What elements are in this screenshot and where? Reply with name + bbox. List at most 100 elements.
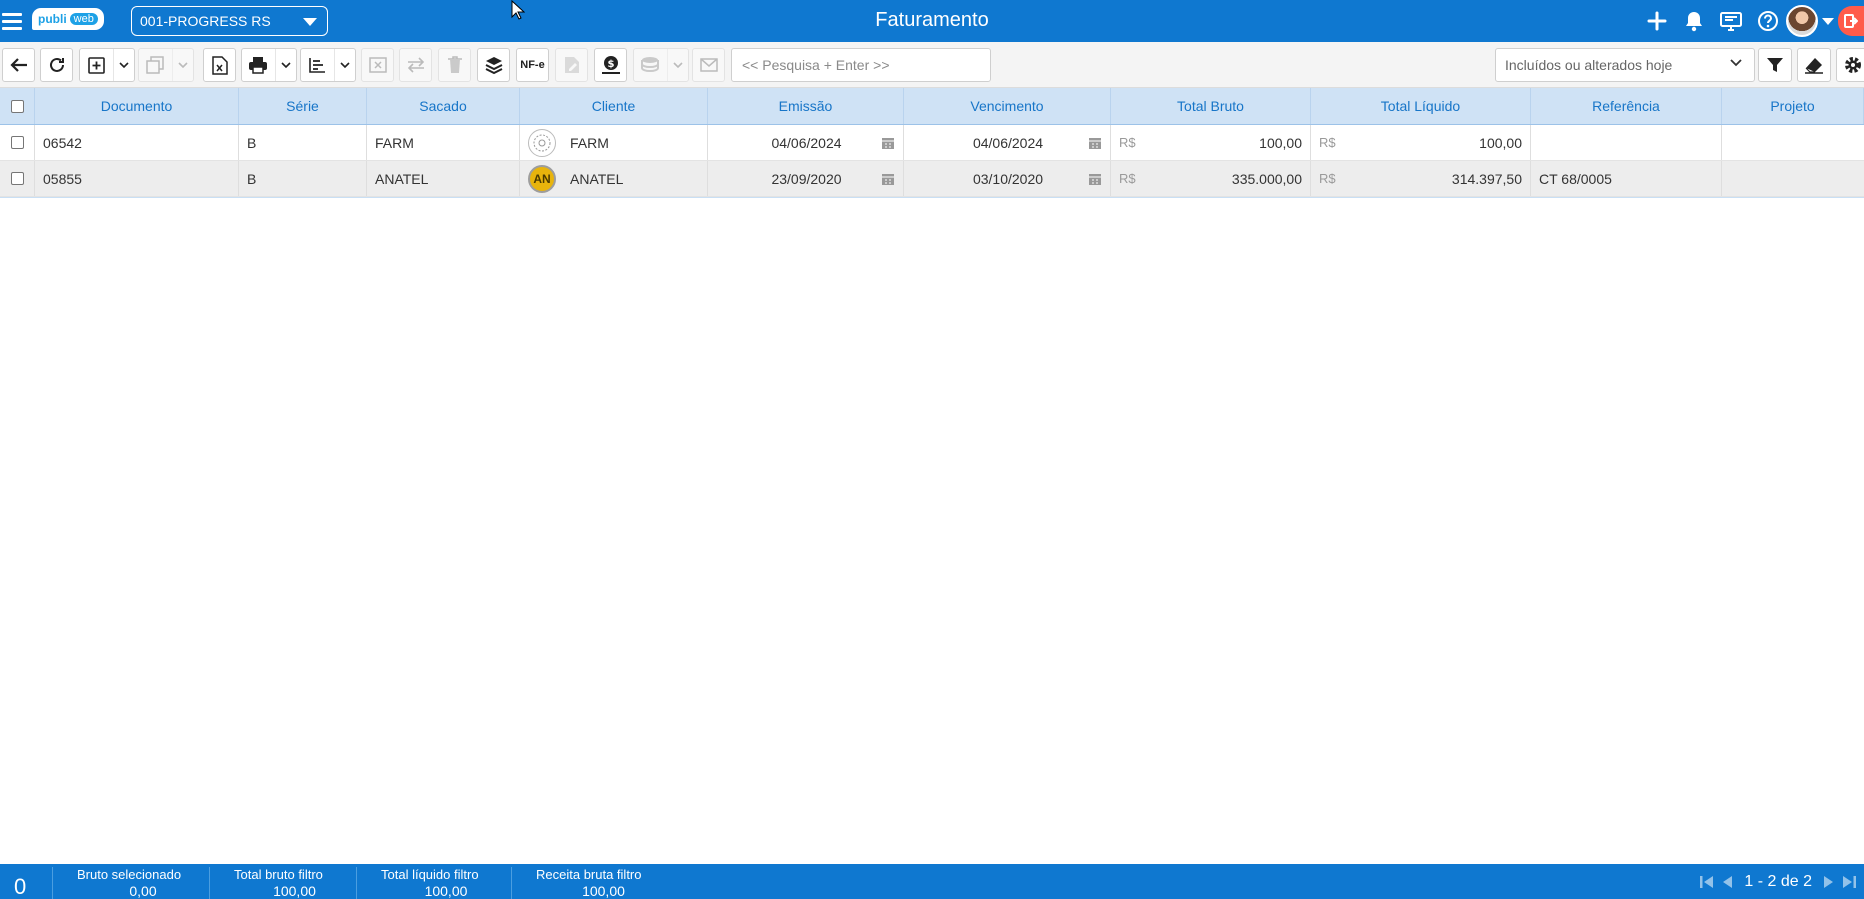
total-liquido-filtro-block: Total líquido filtro 100,00 [356, 867, 511, 899]
bruto-selecionado-value: 0,00 [129, 883, 157, 899]
layers-icon [485, 57, 502, 75]
bruto-selecionado-block: Bruto selecionado 0,00 [52, 867, 209, 899]
caret-down-icon[interactable] [1822, 17, 1834, 25]
export-excel-button[interactable] [203, 48, 236, 82]
monitor-icon[interactable] [1712, 0, 1749, 42]
copy-icon [139, 49, 172, 81]
summary-footer: 0 Bruto selecionado 0,00 Total bruto fil… [0, 864, 1864, 899]
chevron-down-icon[interactable] [112, 49, 134, 81]
duplicate-button[interactable] [138, 48, 194, 82]
cell-total-liquido-value: 314.397,50 [1451, 170, 1522, 187]
bell-icon[interactable] [1675, 0, 1712, 42]
column-header-referencia[interactable]: Referência [1531, 88, 1722, 124]
column-header-total-liquido[interactable]: Total Líquido [1311, 88, 1531, 124]
clear-filter-button[interactable] [1797, 48, 1831, 82]
period-filter-select[interactable]: Incluídos ou alterados hoje [1495, 48, 1755, 82]
cell-emissao: 04/06/2024 [708, 125, 904, 160]
table-row[interactable]: 05855 B ANATEL AN ANATEL 23/09/2020 03/1… [0, 161, 1864, 197]
eraser-icon [1805, 58, 1823, 74]
chevron-down-icon[interactable] [171, 49, 193, 81]
chevron-down-icon[interactable] [333, 49, 355, 81]
help-icon[interactable] [1749, 0, 1786, 42]
settings-button[interactable] [1836, 48, 1864, 82]
top-actions [1638, 0, 1864, 42]
grid-body: 06542 B FARM FARM 04/06/2024 04/06/2024 … [0, 125, 1864, 197]
print-button[interactable] [241, 48, 297, 82]
select-all-checkbox[interactable] [10, 99, 24, 113]
column-header-cliente[interactable]: Cliente [520, 88, 708, 124]
first-page-icon[interactable] [1698, 873, 1716, 891]
sort-button[interactable] [300, 48, 356, 82]
email-button[interactable] [692, 48, 725, 82]
chevron-down-icon[interactable] [666, 49, 688, 81]
sort-icon [301, 49, 334, 81]
cancel-icon [368, 57, 387, 73]
money-hand-icon: $ [601, 56, 620, 74]
exit-icon[interactable] [1838, 6, 1864, 36]
add-icon[interactable] [1638, 0, 1675, 42]
table-row[interactable]: 06542 B FARM FARM 04/06/2024 04/06/2024 … [0, 125, 1864, 161]
user-avatar[interactable] [1786, 5, 1818, 37]
currency-symbol: R$ [1119, 171, 1136, 186]
next-page-icon[interactable] [1820, 873, 1838, 891]
top-bar: publi web 001-PROGRESS RS Faturamento [0, 0, 1864, 42]
column-header-vencimento[interactable]: Vencimento [904, 88, 1111, 124]
row-checkbox[interactable] [10, 172, 24, 185]
row-checkbox[interactable] [10, 136, 24, 149]
client-initials-avatar: AN [528, 164, 556, 193]
cell-vencimento: 04/06/2024 [904, 125, 1111, 160]
cell-vencimento-value: 04/06/2024 [972, 134, 1044, 151]
page-title: Faturamento [875, 9, 989, 31]
select-all-cell [0, 88, 35, 124]
cell-vencimento-value: 03/10/2020 [972, 170, 1044, 187]
edit-document-icon [564, 57, 579, 73]
cell-serie: B [239, 125, 367, 160]
currency-symbol: R$ [1319, 135, 1336, 150]
last-page-icon[interactable] [1840, 873, 1858, 891]
calendar-icon[interactable] [881, 172, 895, 186]
previous-page-icon[interactable] [1718, 873, 1736, 891]
delete-button[interactable] [438, 48, 471, 82]
new-record-button[interactable] [79, 48, 135, 82]
total-bruto-filtro-label: Total bruto filtro [234, 867, 323, 882]
back-button[interactable] [2, 48, 35, 82]
nfe-button[interactable]: NF-e [516, 48, 549, 82]
gear-icon [1845, 57, 1861, 73]
cell-serie: B [239, 161, 367, 196]
cancel-button[interactable] [361, 48, 394, 82]
cell-total-bruto-value: 100,00 [1259, 134, 1302, 151]
receita-bruta-filtro-label: Receita bruta filtro [536, 867, 642, 882]
receita-bruta-filtro-value: 100,00 [582, 883, 625, 899]
column-header-sacado[interactable]: Sacado [367, 88, 520, 124]
payment-button[interactable]: $ [594, 48, 627, 82]
cell-emissao-value: 23/09/2020 [771, 170, 842, 187]
column-header-projeto[interactable]: Projeto [1722, 88, 1864, 124]
cell-total-liquido: R$ 100,00 [1311, 125, 1531, 160]
column-header-serie[interactable]: Série [239, 88, 367, 124]
cell-cliente-name: ANATEL [570, 170, 624, 187]
calendar-icon[interactable] [881, 136, 895, 150]
calendar-icon[interactable] [1088, 136, 1102, 150]
transfer-button[interactable] [399, 48, 432, 82]
cell-documento: 05855 [35, 161, 239, 196]
pagination: 1 - 2 de 2 [1698, 864, 1864, 899]
column-header-total-bruto[interactable]: Total Bruto [1111, 88, 1311, 124]
layers-button[interactable] [477, 48, 510, 82]
cell-total-liquido-value: 100,00 [1479, 134, 1522, 151]
edit-document-button[interactable] [555, 48, 588, 82]
cell-documento: 06542 [35, 125, 239, 160]
chevron-down-icon[interactable] [274, 49, 296, 81]
search-input[interactable] [731, 48, 991, 82]
envelope-icon [699, 58, 718, 72]
svg-text:$: $ [607, 59, 614, 70]
column-header-emissao[interactable]: Emissão [708, 88, 904, 124]
cell-projeto [1722, 161, 1864, 196]
refresh-button[interactable] [40, 48, 73, 82]
calendar-icon[interactable] [1088, 172, 1102, 186]
cell-emissao: 23/09/2020 [708, 161, 904, 196]
cell-cliente: FARM [520, 125, 708, 160]
column-header-documento[interactable]: Documento [35, 88, 239, 124]
filter-button[interactable] [1758, 48, 1792, 82]
coins-button[interactable] [633, 48, 689, 82]
cell-projeto [1722, 125, 1864, 160]
